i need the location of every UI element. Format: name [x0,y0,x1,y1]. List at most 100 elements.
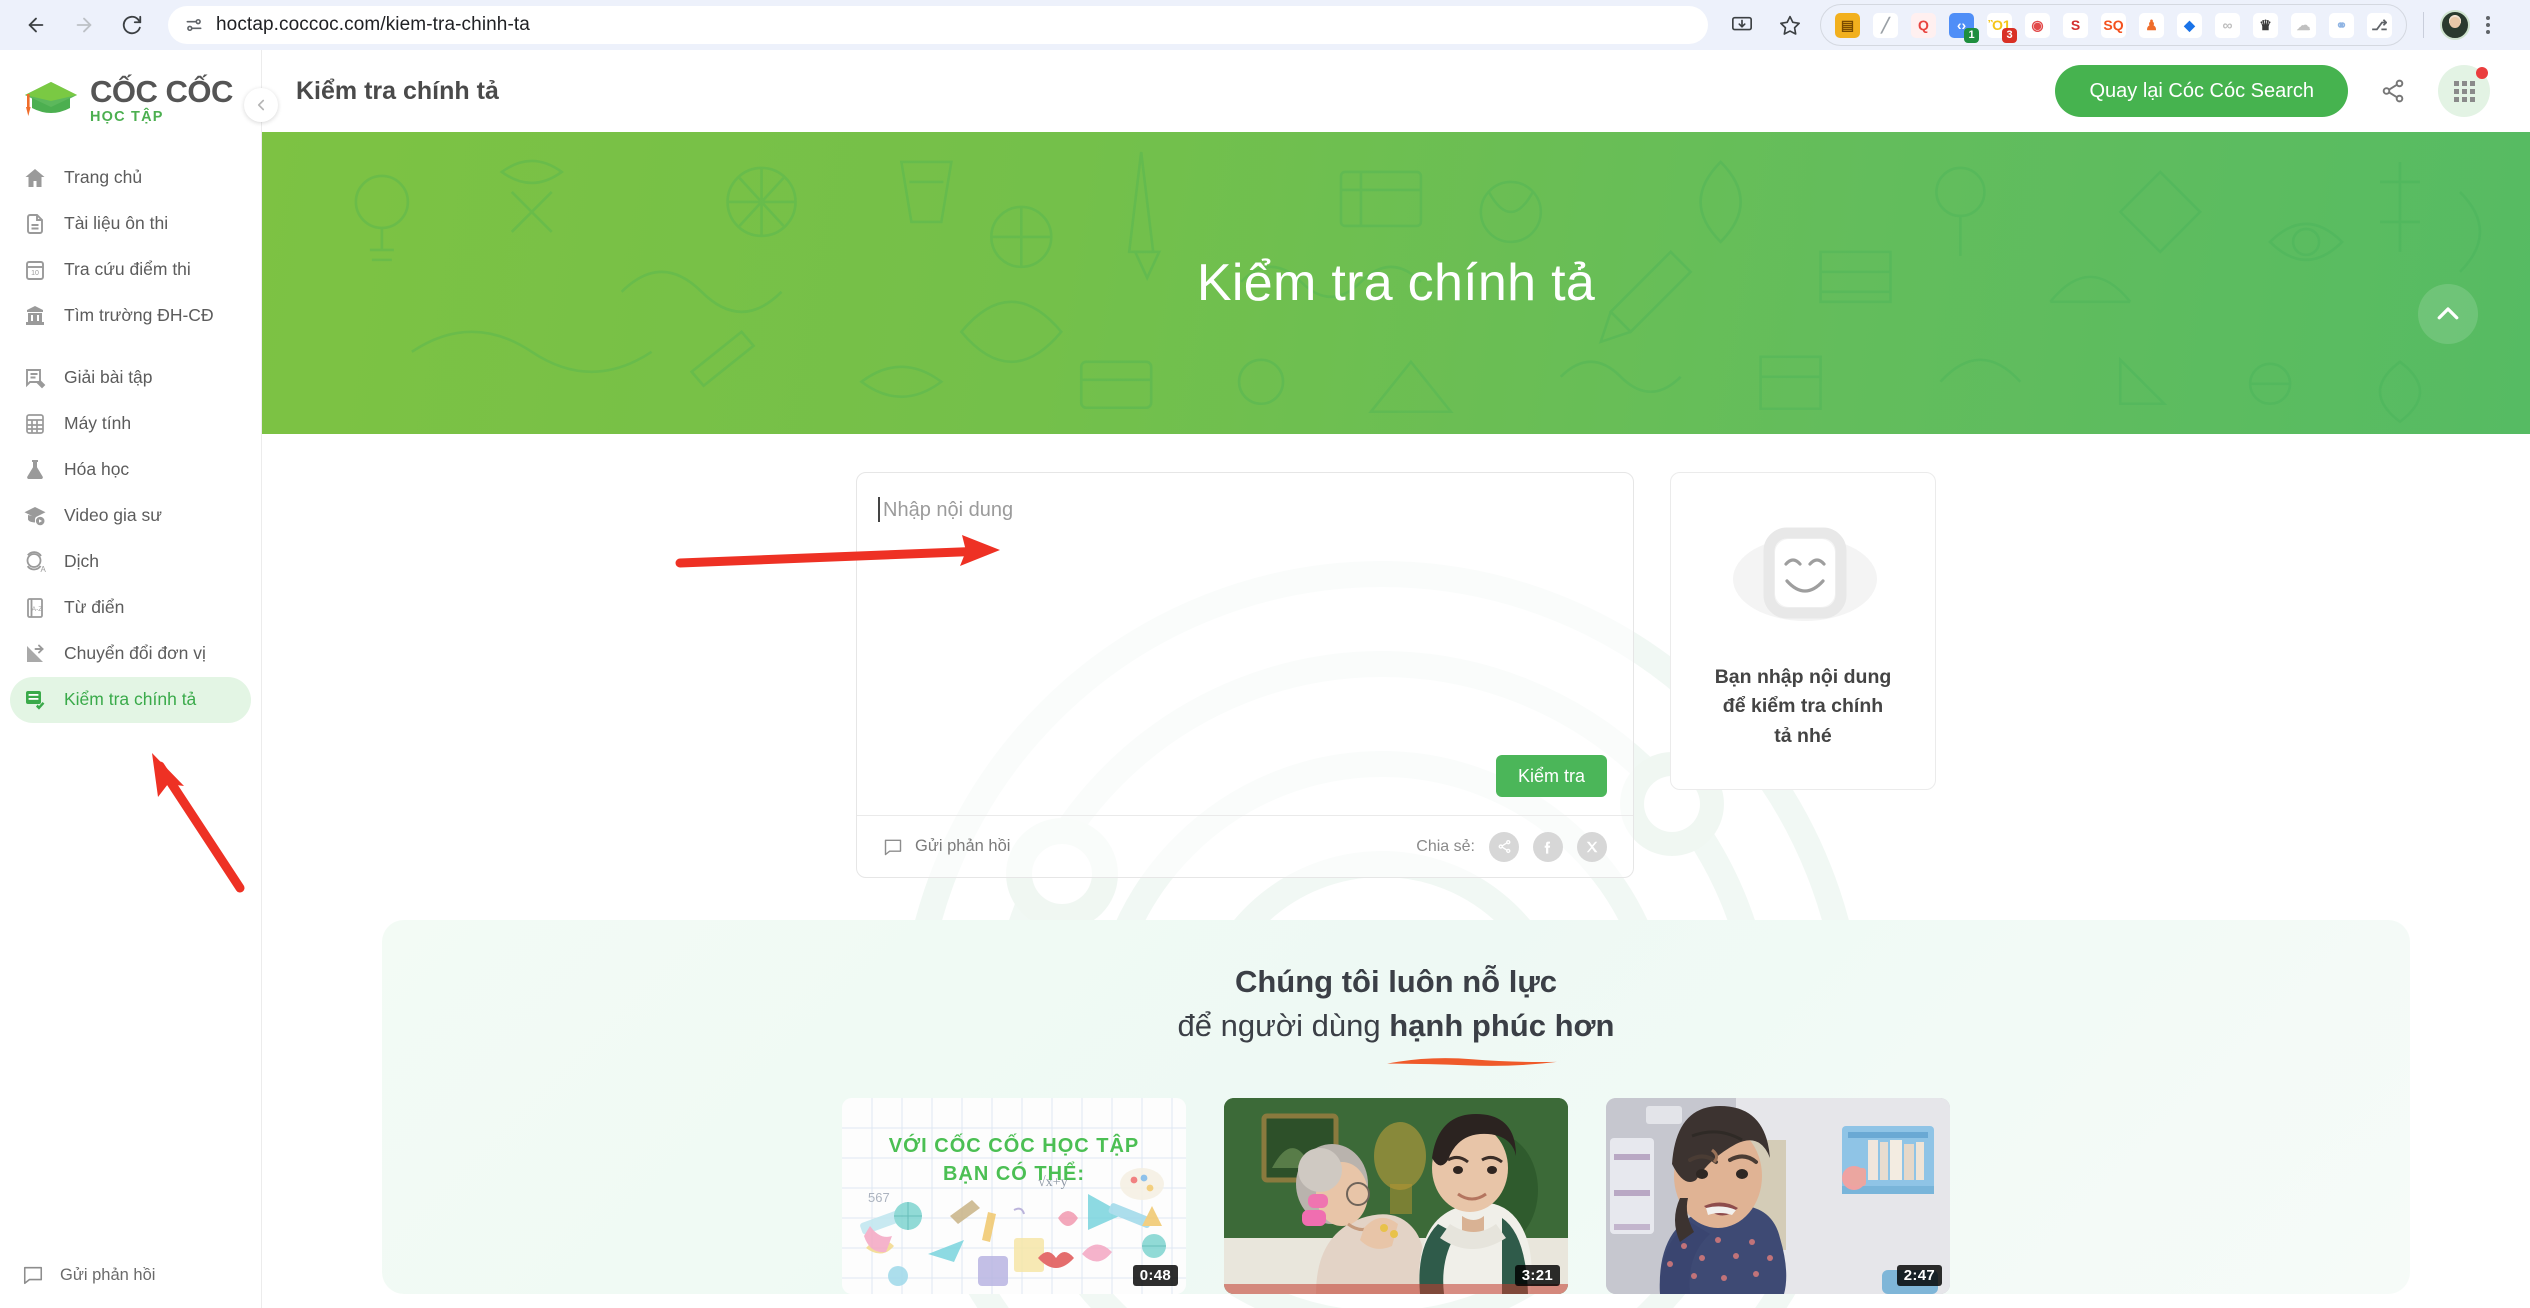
video-thumb-2[interactable]: 3:21 [1224,1098,1568,1295]
clipboard-icon: 10 [22,258,48,282]
sidebar-collapse-button[interactable] [244,88,278,122]
video-2-duration: 3:21 [1514,1265,1560,1287]
flask-icon [22,458,48,482]
x-twitter-icon[interactable] [1577,831,1607,862]
sidebar-item-label: Video gia sư [64,505,162,525]
sidebar-item-tìm-trường-đh-cđ[interactable]: Tìm trường ĐH-CĐ [10,293,251,339]
sidebar-nav: Trang chủ Tài liệu ôn thi 10 Tra cứu điểm t… [0,143,261,723]
hint-card: Bạn nhập nội dung để kiểm tra chính tả n… [1670,472,1936,790]
sidebar-item-chuyển-đổi-đơn-vị[interactable]: Chuyển đổi đơn vị [10,631,251,677]
sidebar-item-label: Hóa học [64,459,130,479]
spellcheck-icon [22,688,48,712]
back-to-search-button[interactable]: Quay lại Cóc Cóc Search [2055,65,2348,117]
chat-bubble-icon [23,1266,43,1285]
pencil-circle-extension-icon[interactable]: ╱ [1873,12,1898,38]
header-actions: Quay lại Cóc Cóc Search [2055,65,2490,117]
reload-button[interactable] [110,3,154,47]
seo-extension-icon[interactable]: S [2063,12,2088,38]
color-wheel-extension-icon[interactable]: ◉ [2025,12,2050,38]
sidebar-nav-group-tools: Giải bài tập Máy tính Hóa học Video gia sư A… [0,355,261,723]
spellcheck-input[interactable]: Nhập nội dung [857,473,1633,755]
search-box-extension-icon[interactable]: Q [1911,12,1936,38]
sidebar-item-tra-cứu-điểm-thi[interactable]: 10 Tra cứu điểm thi [10,247,251,293]
video-thumb-3[interactable]: 2:47 [1606,1098,1950,1295]
loop-extension-icon[interactable]: ∞ [2215,12,2240,38]
sidebar-item-dịch[interactable]: A Dịch [10,539,251,585]
sidebar-item-label: Dịch [64,551,100,571]
sidebar-item-video-gia-sư[interactable]: Video gia sư [10,493,251,539]
forward-button[interactable] [62,3,106,47]
link-extension-icon[interactable]: ⚭ [2329,12,2354,38]
rocket-extension-icon[interactable]: ♟ [2139,12,2164,38]
text-caret [878,497,880,522]
ink-extension-icon[interactable]: ♛ [2253,12,2278,38]
sidebar-divider-1 [0,339,261,355]
cloud-extension-icon[interactable]: ☁ [2291,12,2316,38]
chrome-right-cluster [2417,10,2496,40]
sidebar-item-hóa-học[interactable]: Hóa học [10,447,251,493]
profile-avatar[interactable] [2440,10,2470,40]
page-title: Kiểm tra chính tả [296,76,499,105]
grid-icon [2453,80,2475,102]
sidebar-item-trang-chủ[interactable]: Trang chủ [10,155,251,201]
sq-extension-icon[interactable]: SQ [2101,12,2126,38]
clipboard-extension-icon[interactable]: ⎇ [2367,12,2392,38]
video-list: 567 √x+y VỚI CỐC CỐC HỌC TẬP BẠN CÓ THỂ:… [382,1068,2410,1295]
facebook-icon[interactable] [1533,831,1563,862]
editor-feedback-button[interactable]: Gửi phản hồi [883,837,1010,857]
sidebar-item-tài-liệu-ôn-thi[interactable]: Tài liệu ôn thi [10,201,251,247]
dictionary-icon: A-Z [22,596,48,620]
chevron-up-icon [2437,307,2459,320]
lightbulb-extension-icon[interactable]: Ὂ1 3 [1987,12,2017,43]
share-generic-icon[interactable] [1489,831,1519,862]
address-bar[interactable]: hoctap.coccoc.com/kiem-tra-chinh-ta [168,6,1708,44]
sidebar-item-giải-bài-tập[interactable]: Giải bài tập [10,355,251,401]
check-button[interactable]: Kiểm tra [1495,755,1607,797]
tag-extension-icon[interactable]: ◆ [2177,12,2202,38]
sidebar: CỐC CỐC HỌC TẬP Trang chủ Tài liệu ôn thi… [0,50,278,1308]
sidebar-item-label: Tìm trường ĐH-CĐ [64,305,214,325]
scroll-to-top-button[interactable] [2418,284,2478,344]
brush-underline [1387,1058,1557,1066]
folder-extension-icon[interactable]: ▤ [1835,12,1860,38]
sidebar-item-máy-tính[interactable]: Máy tính [10,401,251,447]
chrome-menu-icon[interactable] [2480,12,2496,38]
svg-text:A-Z: A-Z [32,606,43,613]
check-row: Kiểm tra [857,755,1633,815]
sidebar-item-từ-điển[interactable]: A-Z Từ điển [10,585,251,631]
smiley-face-icon [1723,517,1883,637]
sidebar-item-kiểm-tra-chính-tả[interactable]: Kiểm tra chính tả [10,676,251,723]
sidebar-feedback-button[interactable]: Gửi phản hồi [0,1264,261,1308]
logo-subtitle: HỌC TẬP [90,109,164,125]
convert-icon [22,642,48,666]
lightbulb-extension-icon-badge: 3 [2002,27,2017,43]
brand-logo[interactable]: CỐC CỐC HỌC TẬP [0,50,261,143]
page-header: Kiểm tra chính tả Quay lại Cóc Cóc Searc… [262,50,2530,132]
hero-banner: Kiểm tra chính tả [262,132,2530,434]
promo-section: Chúng tôi luôn nỗ lực để người dùng hạnh… [382,920,2410,1295]
header-share-button[interactable] [2372,70,2414,112]
hero-title: Kiểm tra chính tả [1196,254,1596,312]
editor-feedback-label: Gửi phản hồi [915,837,1011,855]
hint-line-1: Bạn nhập nội dung [1714,666,1892,688]
graduation-cap-icon [25,82,77,117]
browser-toolbar: hoctap.coccoc.com/kiem-tra-chinh-ta ▤ ╱ Q ‹… [0,0,2530,50]
sidebar-item-label: Trang chủ [64,167,143,187]
video-3-duration: 2:47 [1896,1265,1942,1287]
sidebar-item-label: Từ điển [64,597,125,617]
video-thumb-1[interactable]: 567 √x+y VỚI CỐC CỐC HỌC TẬP BẠN CÓ THỂ:… [842,1098,1186,1295]
site-settings-icon[interactable] [184,15,204,35]
svg-text:10: 10 [31,270,39,277]
bookmark-star-icon[interactable] [1768,3,1812,47]
sidebar-item-label: Giải bài tập [64,367,153,387]
page-root: CỐC CỐC HỌC TẬP Trang chủ Tài liệu ôn thi… [0,50,2530,1308]
code-extension-icon[interactable]: ‹› 1 [1949,12,1979,43]
svg-text:BẠN CÓ THỂ:: BẠN CÓ THỂ: [943,1161,1085,1185]
main-area: Kiểm tra chính tả Quay lại Cóc Cóc Searc… [262,50,2530,1308]
back-button[interactable] [14,3,58,47]
notebook-icon [22,366,48,390]
install-app-icon[interactable] [1720,3,1764,47]
translate-icon: A [22,550,48,574]
sidebar-item-label: Tài liệu ôn thi [64,213,169,233]
apps-grid-button[interactable] [2438,65,2490,117]
